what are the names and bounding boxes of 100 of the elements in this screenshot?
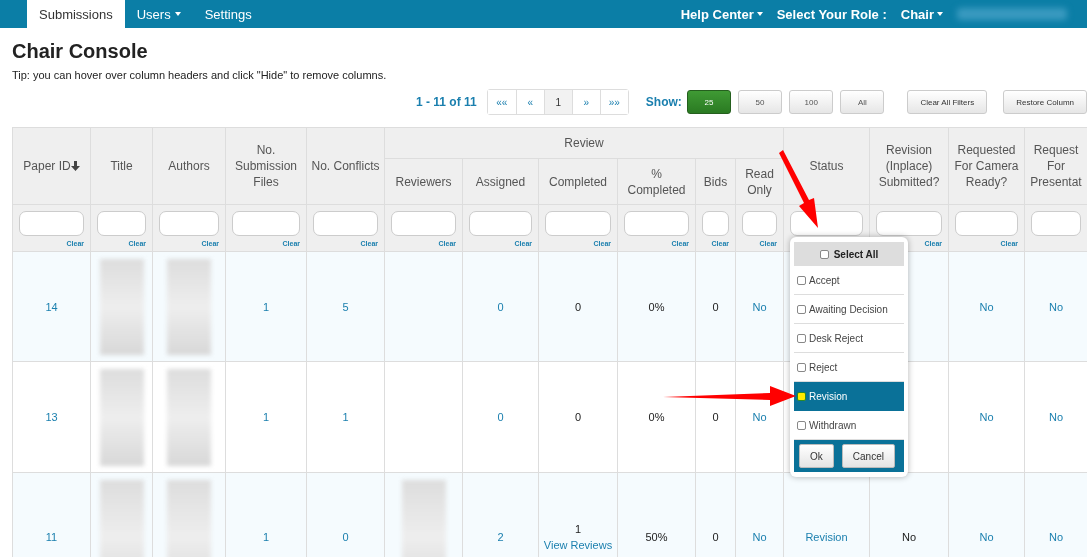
filter-field[interactable] — [1031, 211, 1081, 236]
table-link[interactable]: No — [752, 528, 767, 545]
filter-field[interactable] — [876, 211, 942, 236]
table-link[interactable]: 1 — [262, 298, 270, 315]
table-cell-text: 0 — [574, 410, 582, 425]
column-header[interactable]: Revision (Inplace) Submitted? — [870, 128, 948, 204]
page-button[interactable]: 1 — [543, 90, 572, 114]
show-label: Show: — [645, 95, 682, 109]
page-size-button[interactable]: 50 — [737, 90, 783, 114]
column-header[interactable]: Read Only — [736, 159, 783, 204]
status-option[interactable]: Revision — [794, 382, 904, 411]
table-cell-text: 1 — [574, 521, 582, 537]
checkbox[interactable] — [819, 249, 829, 259]
filter-field[interactable] — [97, 211, 146, 236]
table-cell-text: 0 — [712, 410, 719, 425]
help-center-menu[interactable]: Help Center — [680, 6, 763, 22]
filter-field[interactable] — [159, 211, 219, 236]
table-link[interactable]: 1 — [262, 528, 270, 545]
column-header[interactable]: Bids — [696, 159, 735, 204]
table-link[interactable]: 0 — [342, 528, 349, 545]
table-link[interactable]: No — [1048, 409, 1064, 425]
page-size-button[interactable]: 100 — [789, 90, 834, 114]
restore-columns-button[interactable]: Restore Column — [1003, 90, 1087, 114]
table-cell-text: 0 — [712, 299, 719, 315]
filter-field[interactable] — [790, 211, 863, 236]
column-header[interactable]: Requested For Camera Ready? — [949, 128, 1024, 204]
column-header[interactable]: Paper ID — [13, 128, 90, 204]
table-link[interactable]: 5 — [342, 298, 349, 315]
table-cell-text: 0% — [648, 410, 665, 425]
role-label: Select Your Role : — [776, 6, 887, 22]
table-link[interactable]: No — [1048, 528, 1064, 545]
table-cell-text: No — [901, 529, 917, 545]
checkbox[interactable] — [797, 304, 806, 314]
column-header[interactable]: Authors — [153, 128, 225, 204]
table-cell-text: 0 — [712, 529, 719, 545]
clear-filters-button[interactable]: Clear All Filters — [907, 90, 988, 114]
cancel-button[interactable]: Cancel — [841, 444, 895, 468]
nav-tab[interactable]: Submissions — [27, 0, 125, 28]
filter-field[interactable] — [955, 211, 1018, 236]
ok-button[interactable]: Ok — [799, 444, 834, 468]
table-link[interactable]: No — [979, 409, 994, 425]
column-header[interactable]: No. Conflicts — [307, 128, 384, 204]
column-header[interactable]: Status — [784, 128, 869, 204]
column-header[interactable]: Reviewers — [385, 159, 462, 204]
column-header[interactable]: % Completed — [618, 159, 695, 204]
table-link[interactable]: 1 — [262, 409, 270, 425]
sort-down-icon — [70, 161, 80, 171]
table-link[interactable]: No — [979, 528, 994, 545]
column-header[interactable]: Request For Presentat — [1025, 128, 1087, 204]
column-header[interactable]: No. Submission Files — [226, 128, 306, 204]
checkbox[interactable] — [797, 420, 806, 430]
filter-field[interactable] — [232, 211, 300, 236]
nav-tab[interactable]: Settings — [192, 0, 264, 28]
filter-field[interactable] — [702, 211, 729, 236]
page-size-button[interactable]: 25 — [686, 90, 731, 114]
table-link[interactable]: 0 — [497, 298, 504, 315]
status-option[interactable]: Desk Reject — [794, 324, 904, 353]
checkbox[interactable] — [797, 362, 806, 372]
table-link[interactable]: 0 — [497, 409, 504, 425]
filter-field[interactable] — [545, 211, 611, 236]
status-option[interactable]: Awaiting Decision — [794, 295, 904, 324]
role-menu[interactable]: Chair — [900, 6, 943, 22]
filter-field[interactable] — [469, 211, 532, 236]
page-button[interactable]: »» — [599, 90, 628, 114]
column-header[interactable]: Title — [91, 128, 152, 204]
table-link[interactable]: 14 — [45, 298, 58, 315]
filter-field[interactable] — [313, 211, 378, 236]
table-link[interactable]: No — [752, 409, 767, 425]
table-link[interactable]: No — [752, 298, 767, 315]
page-title: Chair Console — [12, 40, 149, 63]
table-link[interactable]: 13 — [45, 409, 58, 425]
filter-field[interactable] — [624, 211, 689, 236]
select-all-option[interactable]: Select All — [794, 242, 904, 266]
table-cell-text: 50% — [645, 529, 668, 545]
nav-tab[interactable]: Users — [124, 0, 193, 28]
caret-icon — [174, 12, 181, 16]
table-link[interactable]: 2 — [497, 528, 504, 545]
filter-field[interactable] — [742, 211, 777, 236]
checkbox[interactable] — [797, 275, 806, 285]
checkbox[interactable] — [797, 333, 806, 343]
table-cell-text: 0 — [574, 299, 582, 315]
column-header[interactable]: Assigned — [463, 159, 538, 204]
page-size-button[interactable]: All — [840, 90, 885, 114]
filter-field[interactable] — [19, 211, 84, 236]
status-option[interactable]: Accept — [794, 266, 904, 295]
column-group-header: Review — [385, 128, 783, 158]
table-cell-text: 0% — [648, 299, 665, 315]
tip-text: Tip: you can hover over column headers and click "Hide" to remove columns. — [12, 69, 388, 81]
table-link[interactable]: Revision — [805, 528, 848, 545]
caret-icon — [937, 12, 943, 16]
table-link[interactable]: 11 — [45, 528, 58, 545]
table-link[interactable]: 1 — [342, 409, 349, 425]
column-header[interactable]: Completed — [539, 159, 617, 204]
filter-field[interactable] — [391, 211, 456, 236]
caret-icon — [756, 12, 763, 16]
table-link[interactable]: No — [979, 298, 994, 315]
checkbox[interactable] — [797, 391, 806, 401]
table-link[interactable]: View Reviews — [543, 536, 613, 553]
table-link[interactable]: No — [1048, 298, 1064, 315]
page-summary: 1 - 11 of 11 — [416, 95, 477, 109]
